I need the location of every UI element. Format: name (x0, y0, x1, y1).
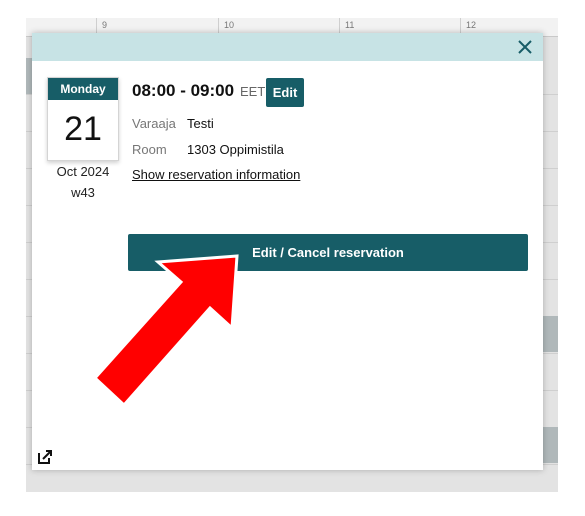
annotation-arrow-overlay (92, 254, 239, 408)
annotation-arrow-icon (92, 254, 239, 408)
